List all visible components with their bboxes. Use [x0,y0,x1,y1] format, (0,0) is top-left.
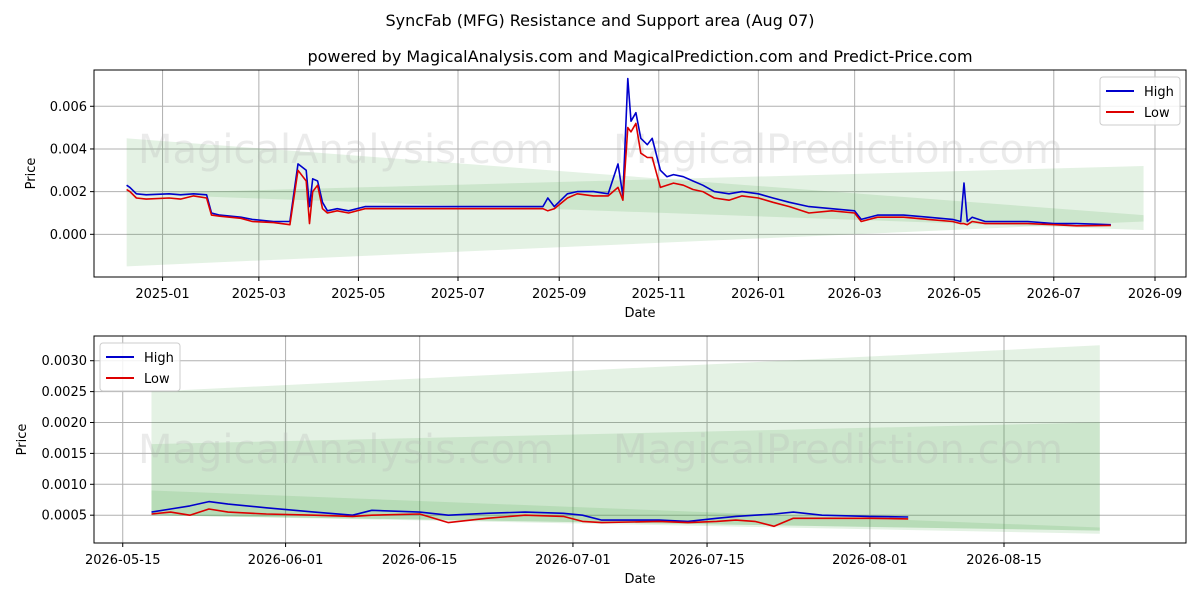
chart-panel-1: MagicalAnalysis.com MagicalPrediction.com… [24,69,1187,321]
x-axis-label: Date [624,306,655,321]
x-tick-label: 2026-07 [1027,287,1081,302]
x-tick-label: 2025-09 [532,287,586,302]
watermark: MagicalPrediction.com [613,127,1063,173]
chart-title: SyncFab (MFG) Resistance and Support are… [385,11,814,30]
x-tick-label: 2026-05-15 [85,553,161,568]
y-tick-label: 0.000 [50,228,87,243]
x-tick-label: 2026-01 [731,287,785,302]
y-tick-label: 0.006 [50,100,87,115]
y-tick-label: 0.0015 [42,447,88,462]
legend-label-low: Low [1144,106,1170,121]
y-axis-label: Price [24,158,39,190]
x-tick-label: 2026-09 [1128,287,1182,302]
legend-label-high: High [144,351,174,366]
x-tick-label: 2026-07-15 [669,553,745,568]
x-tick-label: 2025-11 [632,287,686,302]
legend-label-low: Low [144,372,170,387]
y-tick-label: 0.002 [50,185,87,200]
y-tick-label: 0.0030 [42,354,88,369]
x-tick-label: 2026-08-01 [832,553,908,568]
x-tick-label: 2025-05 [331,287,385,302]
y-tick-label: 0.0020 [42,416,88,431]
x-tick-label: 2025-07 [431,287,485,302]
legend: High Low [99,342,181,392]
x-tick-label: 2026-08-15 [966,553,1042,568]
legend: High Low [1099,76,1181,126]
legend-label-high: High [1144,85,1174,100]
watermark: MagicalPrediction.com [613,427,1063,473]
chart-subtitle: powered by MagicalAnalysis.com and Magic… [307,47,972,66]
x-tick-label: 2026-06-01 [248,553,324,568]
x-tick-label: 2026-07-01 [535,553,611,568]
watermark: MagicalAnalysis.com [138,427,554,473]
x-tick-label: 2026-06-15 [382,553,458,568]
y-tick-label: 0.0025 [42,385,88,400]
y-axis-label: Price [15,424,30,456]
y-tick-label: 0.0005 [42,509,88,524]
y-tick-label: 0.004 [50,142,87,157]
x-tick-label: 2026-05 [927,287,981,302]
x-axis-label: Date [624,572,655,587]
x-tick-label: 2025-03 [232,287,286,302]
watermark: MagicalAnalysis.com [138,127,554,173]
x-tick-label: 2026-03 [827,287,881,302]
y-tick-label: 0.0010 [42,478,88,493]
x-tick-label: 2025-01 [135,287,189,302]
chart-panel-2: MagicalAnalysis.com MagicalPrediction.com… [15,335,1187,587]
chart-canvas: SyncFab (MFG) Resistance and Support are… [15,11,1187,587]
